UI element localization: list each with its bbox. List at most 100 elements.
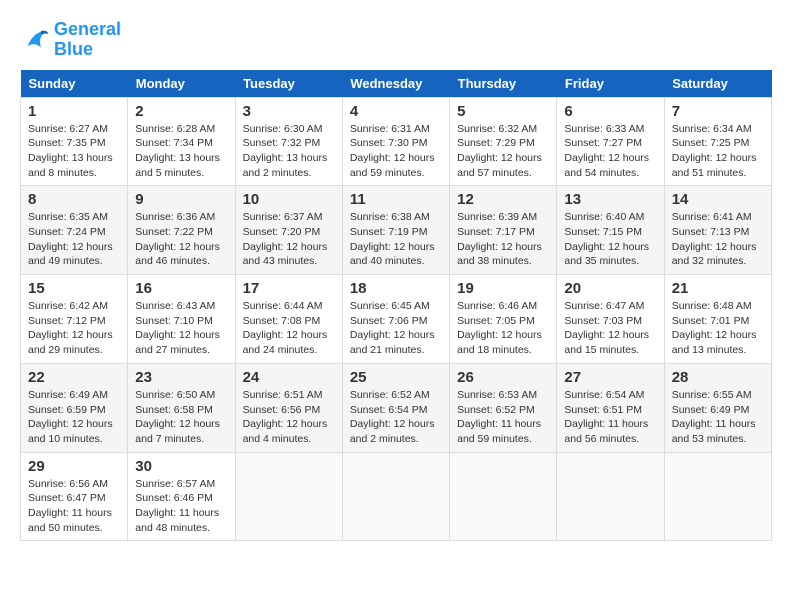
day-info: Sunrise: 6:46 AMSunset: 7:05 PMDaylight:… [457, 299, 549, 358]
calendar-cell: 22 Sunrise: 6:49 AMSunset: 6:59 PMDayligh… [21, 363, 128, 452]
calendar-cell: 14 Sunrise: 6:41 AMSunset: 7:13 PMDayligh… [664, 186, 771, 275]
day-number: 26 [457, 369, 549, 386]
day-info: Sunrise: 6:31 AMSunset: 7:30 PMDaylight:… [350, 122, 442, 181]
day-number: 9 [135, 191, 227, 208]
calendar-cell [664, 452, 771, 541]
day-number: 28 [672, 369, 764, 386]
day-info: Sunrise: 6:32 AMSunset: 7:29 PMDaylight:… [457, 122, 549, 181]
calendar-cell: 5Sunrise: 6:32 AMSunset: 7:29 PMDaylight… [450, 97, 557, 186]
day-number: 16 [135, 280, 227, 297]
calendar-cell: 4 Sunrise: 6:31 AMSunset: 7:30 PMDaylight… [342, 97, 449, 186]
calendar-cell: 18Sunrise: 6:45 AMSunset: 7:06 PMDayligh… [342, 275, 449, 364]
day-number: 20 [564, 280, 656, 297]
day-number: 1 [28, 103, 120, 120]
day-number: 13 [564, 191, 656, 208]
calendar-cell: 6 Sunrise: 6:33 AMSunset: 7:27 PMDaylight… [557, 97, 664, 186]
day-info: Sunrise: 6:56 AMSunset: 6:47 PMDaylight:… [28, 477, 120, 536]
day-info: Sunrise: 6:54 AMSunset: 6:51 PMDaylight:… [564, 388, 656, 447]
calendar-cell: 3 Sunrise: 6:30 AMSunset: 7:32 PMDaylight… [235, 97, 342, 186]
calendar-cell: 17 Sunrise: 6:44 AMSunset: 7:08 PMDayligh… [235, 275, 342, 364]
day-number: 11 [350, 191, 442, 208]
day-number: 14 [672, 191, 764, 208]
calendar-cell: 11 Sunrise: 6:38 AMSunset: 7:19 PMDayligh… [342, 186, 449, 275]
calendar-cell: 29 Sunrise: 6:56 AMSunset: 6:47 PMDayligh… [21, 452, 128, 541]
day-number: 19 [457, 280, 549, 297]
calendar-cell: 20Sunrise: 6:47 AMSunset: 7:03 PMDayligh… [557, 275, 664, 364]
day-number: 12 [457, 191, 549, 208]
day-info: Sunrise: 6:42 AMSunset: 7:12 PMDaylight:… [28, 299, 120, 358]
day-info: Sunrise: 6:51 AMSunset: 6:56 PMDaylight:… [243, 388, 335, 447]
day-info: Sunrise: 6:35 AMSunset: 7:24 PMDaylight:… [28, 210, 120, 269]
day-number: 22 [28, 369, 120, 386]
calendar-cell: 19 Sunrise: 6:46 AMSunset: 7:05 PMDayligh… [450, 275, 557, 364]
day-info: Sunrise: 6:33 AMSunset: 7:27 PMDaylight:… [564, 122, 656, 181]
calendar-cell: 13 Sunrise: 6:40 AMSunset: 7:15 PMDayligh… [557, 186, 664, 275]
day-info: Sunrise: 6:44 AMSunset: 7:08 PMDaylight:… [243, 299, 335, 358]
calendar-cell: 21 Sunrise: 6:48 AMSunset: 7:01 PMDayligh… [664, 275, 771, 364]
day-number: 24 [243, 369, 335, 386]
weekday-header-row: SundayMondayTuesdayWednesdayThursdayFrid… [21, 70, 772, 98]
calendar-cell: 25 Sunrise: 6:52 AMSunset: 6:54 PMDayligh… [342, 363, 449, 452]
day-info: Sunrise: 6:39 AMSunset: 7:17 PMDaylight:… [457, 210, 549, 269]
calendar-week-row: 22 Sunrise: 6:49 AMSunset: 6:59 PMDayligh… [21, 363, 772, 452]
day-number: 21 [672, 280, 764, 297]
day-info: Sunrise: 6:57 AMSunset: 6:46 PMDaylight:… [135, 477, 227, 536]
page-header: General Blue [20, 20, 772, 60]
calendar-cell: 24 Sunrise: 6:51 AMSunset: 6:56 PMDayligh… [235, 363, 342, 452]
day-info: Sunrise: 6:48 AMSunset: 7:01 PMDaylight:… [672, 299, 764, 358]
weekday-header-tuesday: Tuesday [235, 70, 342, 98]
day-info: Sunrise: 6:27 AMSunset: 7:35 PMDaylight:… [28, 122, 120, 181]
calendar-cell: 10 Sunrise: 6:37 AMSunset: 7:20 PMDayligh… [235, 186, 342, 275]
calendar-week-row: 1 Sunrise: 6:27 AMSunset: 7:35 PMDaylight… [21, 97, 772, 186]
day-number: 30 [135, 458, 227, 475]
weekday-header-monday: Monday [128, 70, 235, 98]
day-number: 27 [564, 369, 656, 386]
day-number: 23 [135, 369, 227, 386]
day-number: 15 [28, 280, 120, 297]
calendar-cell [235, 452, 342, 541]
logo-icon [20, 25, 50, 55]
day-info: Sunrise: 6:30 AMSunset: 7:32 PMDaylight:… [243, 122, 335, 181]
calendar-cell: 23 Sunrise: 6:50 AMSunset: 6:58 PMDayligh… [128, 363, 235, 452]
weekday-header-saturday: Saturday [664, 70, 771, 98]
day-number: 17 [243, 280, 335, 297]
day-info: Sunrise: 6:50 AMSunset: 6:58 PMDaylight:… [135, 388, 227, 447]
day-info: Sunrise: 6:40 AMSunset: 7:15 PMDaylight:… [564, 210, 656, 269]
calendar-cell: 7 Sunrise: 6:34 AMSunset: 7:25 PMDaylight… [664, 97, 771, 186]
calendar-week-row: 8 Sunrise: 6:35 AMSunset: 7:24 PMDaylight… [21, 186, 772, 275]
calendar-cell: 26Sunrise: 6:53 AMSunset: 6:52 PMDayligh… [450, 363, 557, 452]
calendar-cell: 27 Sunrise: 6:54 AMSunset: 6:51 PMDayligh… [557, 363, 664, 452]
calendar-table: SundayMondayTuesdayWednesdayThursdayFrid… [20, 70, 772, 542]
calendar-cell: 30 Sunrise: 6:57 AMSunset: 6:46 PMDayligh… [128, 452, 235, 541]
day-info: Sunrise: 6:52 AMSunset: 6:54 PMDaylight:… [350, 388, 442, 447]
logo-text: General Blue [54, 20, 121, 60]
calendar-cell: 28Sunrise: 6:55 AMSunset: 6:49 PMDayligh… [664, 363, 771, 452]
day-number: 25 [350, 369, 442, 386]
calendar-cell: 9 Sunrise: 6:36 AMSunset: 7:22 PMDaylight… [128, 186, 235, 275]
logo: General Blue [20, 20, 121, 60]
calendar-cell [450, 452, 557, 541]
day-info: Sunrise: 6:36 AMSunset: 7:22 PMDaylight:… [135, 210, 227, 269]
day-number: 4 [350, 103, 442, 120]
day-number: 6 [564, 103, 656, 120]
calendar-cell [557, 452, 664, 541]
calendar-cell: 8 Sunrise: 6:35 AMSunset: 7:24 PMDaylight… [21, 186, 128, 275]
day-number: 29 [28, 458, 120, 475]
day-number: 7 [672, 103, 764, 120]
day-number: 3 [243, 103, 335, 120]
day-info: Sunrise: 6:41 AMSunset: 7:13 PMDaylight:… [672, 210, 764, 269]
day-info: Sunrise: 6:37 AMSunset: 7:20 PMDaylight:… [243, 210, 335, 269]
calendar-cell: 1 Sunrise: 6:27 AMSunset: 7:35 PMDaylight… [21, 97, 128, 186]
calendar-cell [342, 452, 449, 541]
day-info: Sunrise: 6:49 AMSunset: 6:59 PMDaylight:… [28, 388, 120, 447]
weekday-header-sunday: Sunday [21, 70, 128, 98]
calendar-week-row: 29 Sunrise: 6:56 AMSunset: 6:47 PMDayligh… [21, 452, 772, 541]
calendar-week-row: 15 Sunrise: 6:42 AMSunset: 7:12 PMDayligh… [21, 275, 772, 364]
weekday-header-friday: Friday [557, 70, 664, 98]
day-info: Sunrise: 6:45 AMSunset: 7:06 PMDaylight:… [350, 299, 442, 358]
calendar-cell: 2Sunrise: 6:28 AMSunset: 7:34 PMDaylight… [128, 97, 235, 186]
day-number: 8 [28, 191, 120, 208]
day-number: 10 [243, 191, 335, 208]
day-info: Sunrise: 6:38 AMSunset: 7:19 PMDaylight:… [350, 210, 442, 269]
day-info: Sunrise: 6:34 AMSunset: 7:25 PMDaylight:… [672, 122, 764, 181]
